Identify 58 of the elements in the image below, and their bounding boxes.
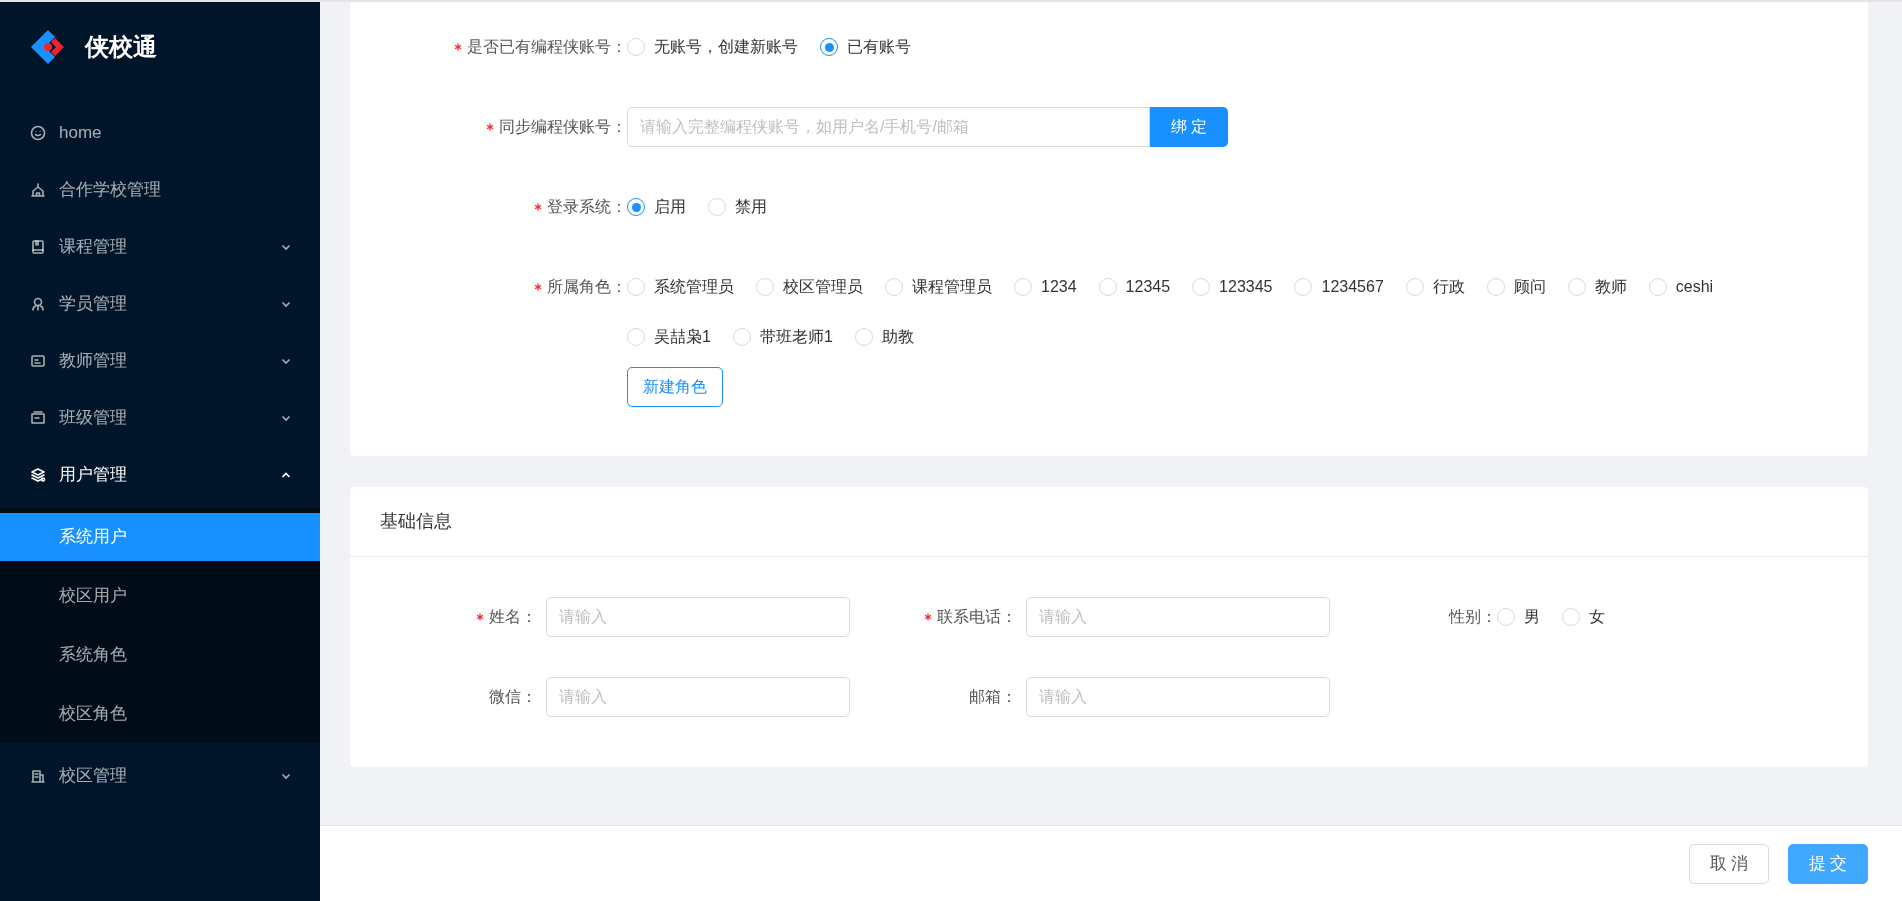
menu-item[interactable]: home (0, 109, 320, 157)
section-title: 基础信息 (380, 510, 452, 533)
menu-item[interactable]: 校区管理 (0, 752, 320, 800)
field-label: 同步编程侠账号： (499, 117, 627, 137)
text-input[interactable]: 请输入 (1026, 677, 1330, 717)
field-label: 联系电话： (937, 607, 1017, 627)
radio-label: 1234567 (1321, 277, 1384, 297)
text-input[interactable]: 请输入 (546, 597, 850, 637)
radio-label: 启用 (654, 197, 686, 217)
menu-item[interactable]: 班级管理 (0, 394, 320, 442)
radio-label: 校区管理员 (783, 277, 863, 297)
book-icon (30, 239, 46, 255)
board-icon (30, 410, 46, 426)
radio-label: 教师 (1594, 277, 1627, 297)
radio-label: 课程管理员 (912, 277, 992, 297)
menu-item[interactable]: 教师管理 (0, 337, 320, 385)
cancel-button[interactable]: 取 消 (1689, 843, 1769, 884)
menu-item[interactable]: 用户管理 (0, 451, 320, 499)
account-input[interactable]: 请输入完整编程侠账号，如用户名/手机号/邮箱 (627, 107, 1150, 147)
smile-icon (30, 125, 46, 141)
radio-label: 无账号，创建新账号 (654, 37, 798, 57)
submenu-item[interactable]: 校区角色 (0, 690, 320, 738)
submenu-item[interactable]: 校区用户 (0, 572, 320, 620)
layers-icon (30, 467, 46, 483)
radio-label: ceshi (1675, 277, 1714, 297)
radio-label: 12345 (1125, 277, 1171, 297)
menu-item[interactable]: 学员管理 (0, 280, 320, 328)
radio-button[interactable] (820, 38, 838, 56)
text-input[interactable]: 请输入 (546, 677, 850, 717)
field-label: 微信： (489, 687, 537, 707)
radio-label: 吴喆枭1 (654, 327, 711, 347)
radio-label: 助教 (881, 327, 914, 347)
building-icon (30, 768, 46, 784)
radio-button[interactable] (627, 198, 645, 216)
radio-label: 系统管理员 (654, 277, 734, 297)
menu-item[interactable]: 合作学校管理 (0, 166, 320, 214)
radio-label: 带班老师1 (759, 327, 833, 347)
field-label: 姓名： (489, 607, 537, 627)
radio-label: 顾问 (1513, 277, 1546, 297)
id-card-icon (30, 353, 46, 369)
radio-label: 123345 (1219, 277, 1273, 297)
radio-label: 男 (1524, 607, 1540, 627)
menu-item[interactable]: 课程管理 (0, 223, 320, 271)
text-input[interactable]: 请输入 (1026, 597, 1330, 637)
radio-label: 行政 (1432, 277, 1465, 297)
radio-label: 已有账号 (847, 37, 911, 57)
field-label: 登录系统： (547, 197, 627, 217)
submenu-item[interactable]: 系统角色 (0, 631, 320, 679)
radio-label: 1234 (1041, 277, 1077, 297)
field-label: 所属角色： (547, 277, 627, 297)
field-label: 邮箱： (969, 687, 1017, 707)
field-label: 是否已有编程侠账号： (467, 37, 627, 57)
users-icon (30, 296, 46, 312)
field-label: 性别： (1449, 607, 1497, 627)
brand-name: 侠校通 (85, 32, 157, 62)
building-icon (30, 182, 46, 198)
radio-label: 女 (1589, 607, 1605, 627)
radio-label: 禁用 (735, 197, 767, 217)
